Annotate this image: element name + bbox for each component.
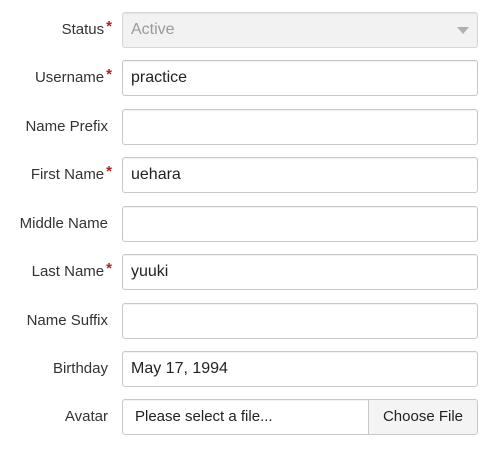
first-name-input[interactable]: uehara [122, 157, 478, 193]
username-label-text: Username [34, 69, 105, 86]
username-input-value: practice [131, 69, 188, 86]
name-prefix-label: Name Prefix [25, 118, 108, 135]
birthday-label: Birthday [52, 360, 108, 377]
name-prefix-input[interactable] [122, 109, 478, 145]
required-marker: * [106, 66, 112, 83]
last-name-input-value: yuuki [131, 263, 169, 280]
first-name-input-value: uehara [131, 166, 181, 183]
last-name-row: Last Name * yuuki [0, 254, 500, 290]
status-select-value: Active [131, 21, 175, 38]
avatar-label: Avatar [64, 408, 108, 425]
first-name-label: First Name * [31, 157, 112, 193]
status-label-text: Status [61, 21, 105, 38]
username-row: Username * practice [0, 60, 500, 96]
required-marker: * [106, 163, 112, 180]
birthday-input-value: May 17, 1994 [131, 360, 228, 377]
birthday-row: Birthday May 17, 1994 [0, 351, 500, 387]
choose-file-button[interactable]: Choose File [368, 400, 477, 434]
status-label: Status * [62, 12, 112, 48]
name-suffix-row: Name Suffix [0, 303, 500, 339]
status-row: Status * Active [0, 12, 500, 48]
required-marker: * [106, 260, 112, 277]
avatar-row: Avatar Please select a file... Choose Fi… [0, 399, 500, 435]
last-name-label-text: Last Name [31, 263, 105, 280]
status-select[interactable]: Active [122, 12, 478, 48]
avatar-file-placeholder: Please select a file... [135, 408, 273, 425]
middle-name-input[interactable] [122, 206, 478, 242]
last-name-label: Last Name * [32, 254, 112, 290]
first-name-row: First Name * uehara [0, 157, 500, 193]
last-name-input[interactable]: yuuki [122, 254, 478, 290]
name-prefix-row: Name Prefix [0, 109, 500, 145]
username-input[interactable]: practice [122, 60, 478, 96]
first-name-label-text: First Name [30, 166, 105, 183]
middle-name-row: Middle Name [0, 206, 500, 242]
username-label: Username * [35, 60, 112, 96]
middle-name-label: Middle Name [19, 215, 108, 232]
name-suffix-label: Name Suffix [26, 312, 108, 329]
name-suffix-input[interactable] [122, 303, 478, 339]
birthday-input[interactable]: May 17, 1994 [122, 351, 478, 387]
chevron-down-icon [457, 27, 469, 34]
avatar-file-input[interactable]: Please select a file... Choose File [122, 399, 478, 435]
required-marker: * [106, 18, 112, 35]
